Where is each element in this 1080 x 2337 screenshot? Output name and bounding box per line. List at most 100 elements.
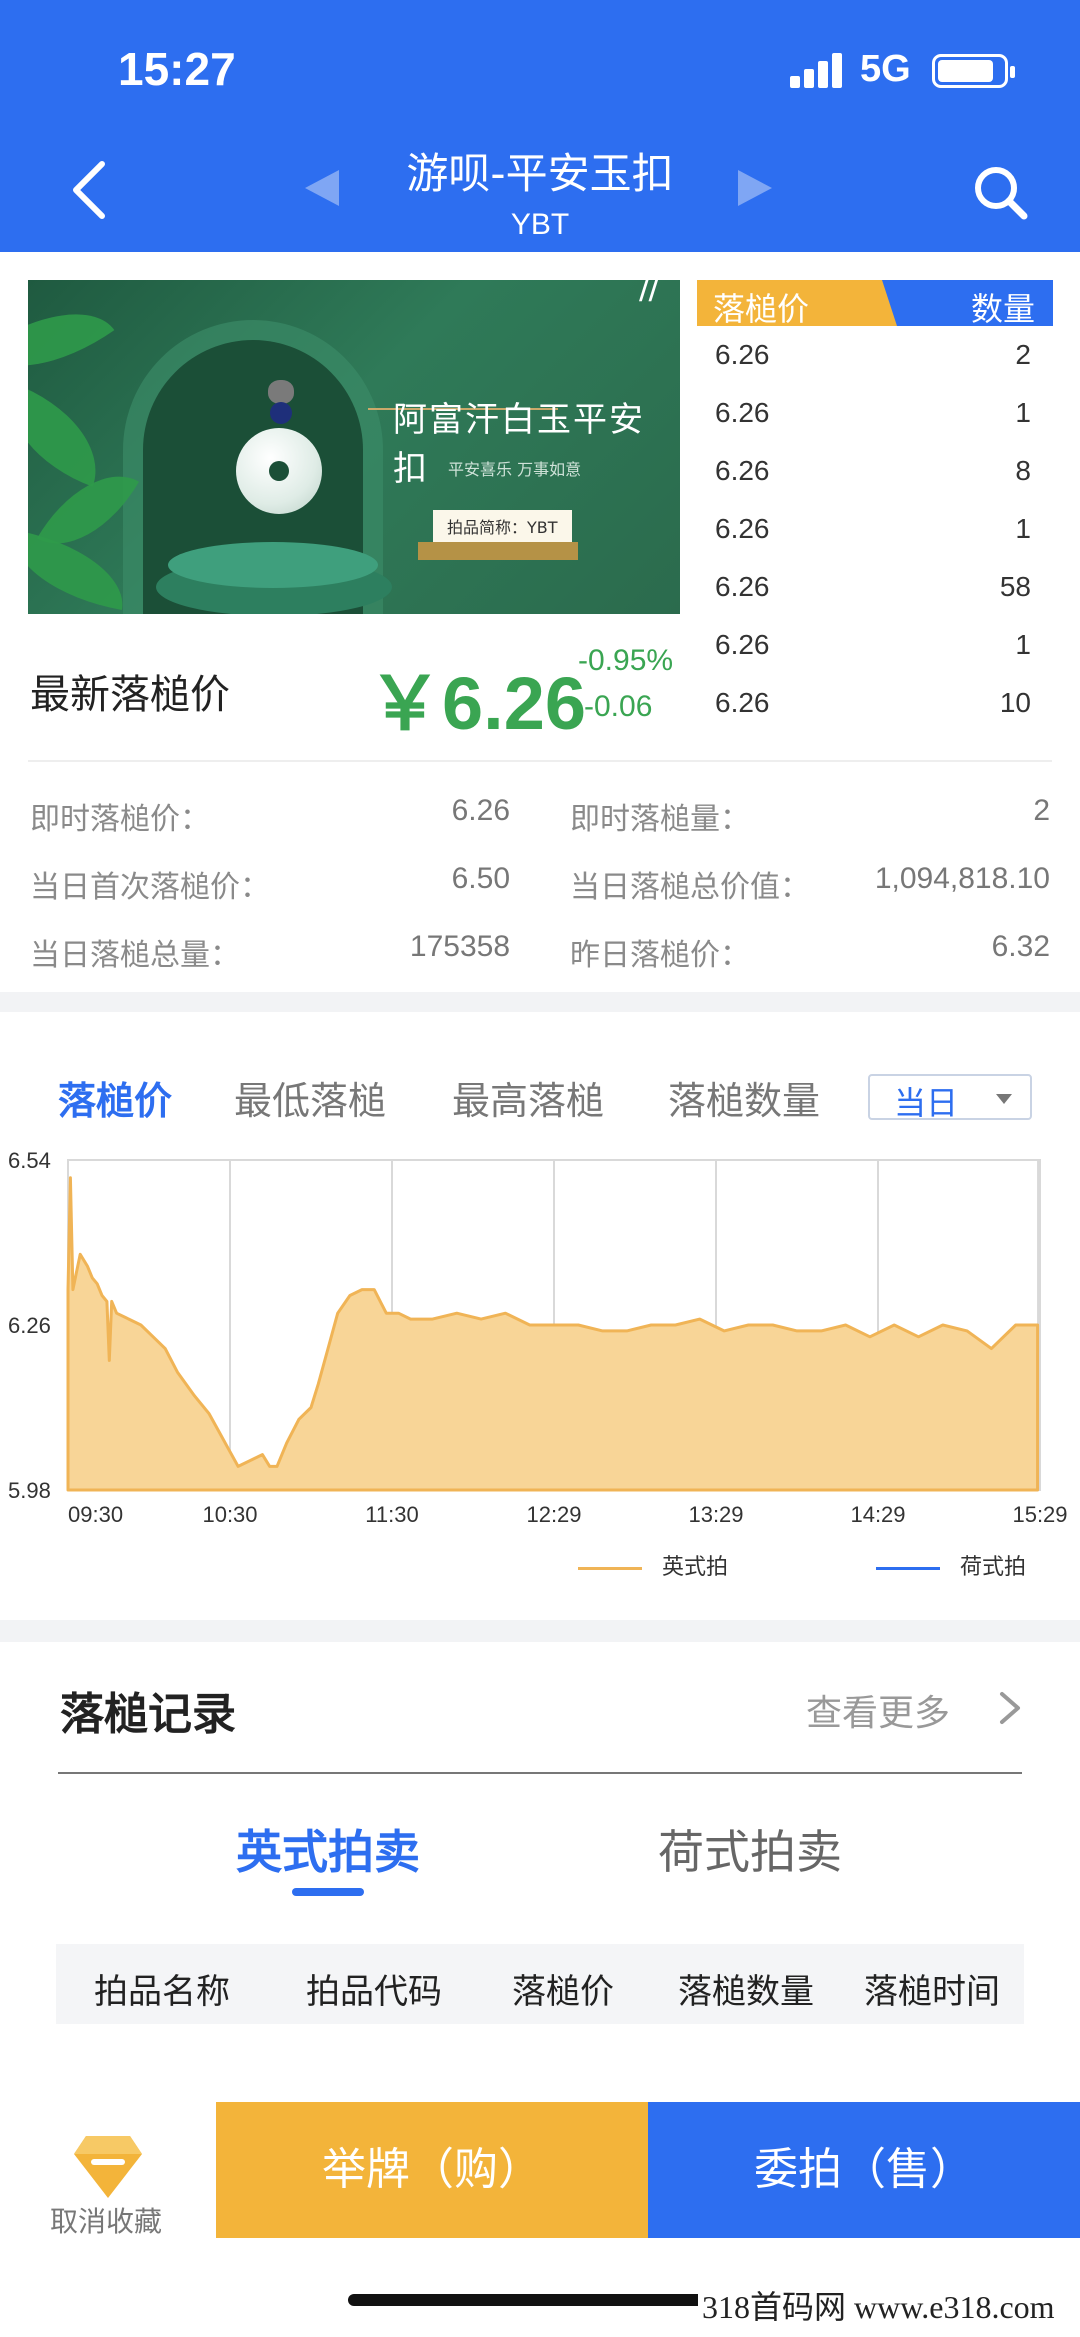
price-chart: 5.98 6.26 6.54 09:30 10:30 11:30 12:29 13:29 14:…: [8, 1148, 1068, 1527]
diamond-icon[interactable]: [72, 2132, 144, 2202]
orderbook-qty: 1: [1015, 629, 1031, 660]
tab-dutch-auction[interactable]: 荷式拍卖: [658, 1816, 842, 1882]
divider: [28, 760, 1052, 762]
y-tick-label: 6.26: [8, 1313, 51, 1338]
next-item-arrow[interactable]: [738, 170, 772, 206]
stat-label: 当日落槌总价值：: [570, 870, 810, 905]
bid-buy-button[interactable]: 举牌（购）: [216, 2102, 648, 2238]
banner-tagline: 平安喜乐 万事如意: [448, 460, 582, 479]
orderbook-row: 6.26 8: [697, 442, 1053, 500]
column-header: 拍品代码: [306, 1972, 442, 2012]
records-table-header: 拍品名称 拍品代码 落槌价 落槌数量 落槌时间: [56, 1944, 1024, 2024]
stat-value: 175358: [409, 930, 510, 963]
chevron-right-icon[interactable]: [992, 1688, 1028, 1728]
top-bar: 15:27 5G 游呗-平安玉扣 YBT: [0, 0, 1080, 252]
orderbook-row: 6.26 10: [697, 674, 1053, 732]
legend-item: 荷式拍: [876, 1549, 1026, 1581]
tab-quantity[interactable]: 落槌数量: [668, 1070, 820, 1125]
bottom-action-bar: 取消收藏 举牌（购） 委拍（售） 318首码网 www.e318.com: [0, 2102, 1080, 2337]
x-tick-label: 10:30: [202, 1502, 257, 1527]
orderbook-qty: 1: [1015, 513, 1031, 544]
stat-label: 即时落槌价：: [30, 802, 210, 837]
orderbook-price: 6.26: [715, 455, 770, 486]
orderbook-price: 6.26: [715, 629, 770, 660]
stat-value: 6.26: [451, 794, 510, 827]
orderbook-price: 6.26: [715, 397, 770, 428]
period-select[interactable]: 当日: [868, 1074, 1032, 1122]
series-area-0: [66, 1176, 1040, 1492]
chevron-down-icon: [996, 1094, 1012, 1104]
tab-lowest[interactable]: 最低落槌: [234, 1070, 386, 1125]
y-tick-label: 6.54: [8, 1148, 51, 1173]
active-tab-indicator: [292, 1888, 364, 1896]
tab-english-auction[interactable]: 英式拍卖: [236, 1816, 420, 1882]
x-tick-label: 15:29: [1012, 1502, 1067, 1527]
status-time: 15:27: [118, 43, 236, 95]
orderbook-qty: 2: [1015, 339, 1031, 370]
search-icon: [975, 167, 1028, 220]
orderbook-row: 6.26 1: [697, 616, 1053, 674]
orderbook-header: 落槌价 数量: [697, 280, 1053, 328]
price-chart-card: 落槌价 最低落槌 最高落槌 落槌数量 当日 5.98 6.26 6.54 09:30 1…: [0, 1012, 1080, 1620]
consign-sell-button[interactable]: 委拍（售）: [648, 2102, 1080, 2238]
page-title: 游呗-平安玉扣: [406, 149, 674, 198]
chevron-left-icon: [73, 161, 105, 219]
orderbook-row: 6.26 1: [697, 384, 1053, 442]
orderbook-qty: 10: [999, 687, 1031, 718]
battery-icon: [932, 54, 1015, 88]
orderbook-price-header: 落槌价: [713, 290, 810, 328]
watermark: 318首码网 www.e318.com: [698, 2282, 1059, 2328]
tab-hammer-price[interactable]: 落槌价: [58, 1070, 172, 1125]
x-tick-label: 09:30: [68, 1502, 123, 1527]
search-button[interactable]: [970, 162, 1030, 222]
stat-label: 昨日落槌价：: [570, 938, 750, 973]
latest-price-label: 最新落槌价: [30, 672, 230, 718]
x-tick-label: 14:29: [850, 1502, 905, 1527]
banner-tag: 拍品简称：YBT: [433, 510, 572, 542]
legend-label: 荷式拍: [960, 1555, 1027, 1580]
orderbook-price: 6.26: [715, 571, 770, 602]
y-tick-label: 5.98: [8, 1478, 51, 1503]
orderbook-row: 6.26 2: [697, 326, 1053, 384]
column-header: 拍品名称: [94, 1972, 230, 2012]
orderbook-row: 6.26 58: [697, 558, 1053, 616]
page-subtitle: YBT: [510, 208, 570, 241]
jade-pendant: [236, 428, 322, 514]
network-type: 5G: [860, 48, 911, 90]
product-card: 阿富汗白玉平安扣 平安喜乐 万事如意 拍品简称：YBT // 最新落槌价 ￥6.…: [0, 252, 1080, 992]
stat-value: 2: [1033, 794, 1050, 827]
orderbook: 落槌价 数量 6.26 2 6.26 1 6.26 8 6.26 1 6.26 58 6.…: [697, 280, 1053, 732]
brand-mark-icon: //: [639, 280, 658, 306]
orderbook-price: 6.26: [715, 513, 770, 544]
view-more-link[interactable]: 查看更多: [806, 1684, 950, 1736]
column-header: 落槌时间: [864, 1972, 1000, 2012]
x-tick-label: 11:30: [365, 1502, 418, 1527]
period-value: 当日: [894, 1084, 959, 1122]
legend-item: 英式拍: [578, 1549, 728, 1581]
prev-item-arrow[interactable]: [305, 170, 339, 206]
back-button[interactable]: [60, 150, 120, 230]
orderbook-qty-header: 数量: [970, 290, 1035, 328]
orderbook-row: 6.26 1: [697, 500, 1053, 558]
orderbook-qty: 1: [1015, 397, 1031, 428]
orderbook-qty: 8: [1015, 455, 1031, 486]
column-header: 落槌数量: [678, 1972, 814, 2012]
home-indicator: [348, 2294, 732, 2306]
stat-value: 6.32: [991, 930, 1050, 963]
records-title: 落槌记录: [60, 1689, 236, 1740]
column-header: 落槌价: [512, 1972, 614, 2012]
orderbook-price: 6.26: [715, 339, 770, 370]
legend-swatch: [578, 1566, 642, 1570]
price-change-percent: -0.95%: [578, 644, 674, 677]
unfavorite-label[interactable]: 取消收藏: [50, 2200, 162, 2240]
orderbook-qty: 58: [999, 571, 1031, 602]
divider: [58, 1772, 1022, 1774]
stat-value: 6.50: [451, 862, 510, 895]
stat-label: 当日首次落槌价：: [30, 870, 270, 905]
stat-value: 1,094,818.10: [874, 862, 1050, 895]
orderbook-price: 6.26: [715, 687, 770, 718]
price-change-absolute: -0.06: [584, 690, 653, 723]
records-card: 落槌记录 查看更多 英式拍卖 荷式拍卖 拍品名称 拍品代码 落槌价 落槌数量 落…: [0, 1642, 1080, 2102]
x-tick-label: 12:29: [526, 1502, 581, 1527]
tab-highest[interactable]: 最高落槌: [452, 1070, 604, 1125]
